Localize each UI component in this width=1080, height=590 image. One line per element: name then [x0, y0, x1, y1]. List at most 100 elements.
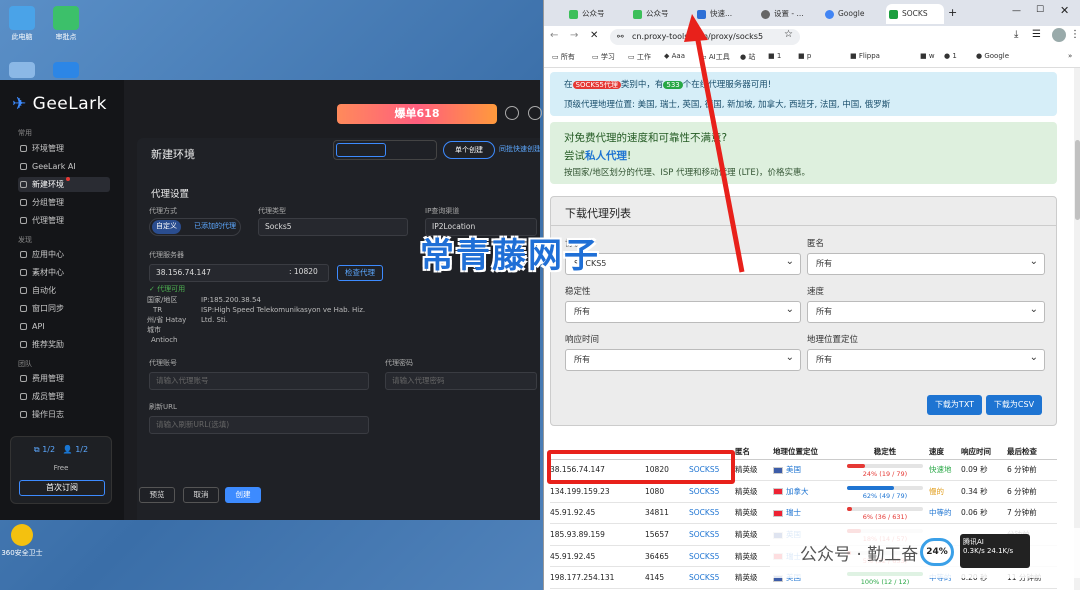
- bookmark-site[interactable]: ● 站: [740, 52, 755, 62]
- table-row[interactable]: 45.91.92.45 34811 SOCKS5 精英级 瑞士 6% (36 /…: [550, 502, 1057, 525]
- bookmark-1b[interactable]: ● 1: [944, 52, 957, 60]
- avatar[interactable]: [1052, 28, 1066, 42]
- new-tab-icon[interactable]: +: [948, 6, 957, 19]
- mobile-icon[interactable]: [336, 143, 386, 157]
- proxy-ip[interactable]: 198.177.254.131: [550, 566, 645, 590]
- sidebar-item-ai[interactable]: GeeLark AI: [18, 159, 110, 174]
- proxy-country[interactable]: 瑞士: [773, 502, 841, 525]
- proxy-last-check: 6 分钟前: [1007, 480, 1057, 503]
- geo-select[interactable]: 所有: [807, 348, 1045, 371]
- bookmark-flippa[interactable]: ■ Flippa: [850, 52, 880, 60]
- download-csv-button[interactable]: 下载为CSV: [986, 395, 1042, 415]
- refresh-url-input[interactable]: 请输入刷新URL(选填): [149, 416, 369, 434]
- sidebar-item-automation[interactable]: 自动化: [18, 283, 110, 298]
- proxy-method-custom[interactable]: 自定义: [152, 220, 181, 234]
- close-page-icon[interactable]: ✕: [590, 30, 598, 41]
- desktop-icon-computer[interactable]: 此电脑: [0, 6, 44, 42]
- sidebar-item-logs[interactable]: 操作日志: [18, 407, 110, 422]
- proxy-stability: 62% (49 / 79): [841, 480, 929, 503]
- tab-4[interactable]: 设置 - ...: [758, 4, 820, 24]
- subscribe-button[interactable]: 首次订阅: [19, 480, 105, 496]
- sidebar-item-api[interactable]: API: [18, 319, 110, 334]
- private-proxy-link[interactable]: 私人代理: [585, 150, 627, 162]
- proxy-ip[interactable]: 45.91.92.45: [550, 502, 645, 525]
- proxy-ip[interactable]: 185.93.89.159: [550, 523, 645, 546]
- sidebar-item-members[interactable]: 成员管理: [18, 389, 110, 404]
- sidebar-item-group[interactable]: 分组管理: [18, 195, 110, 210]
- proxy-protocol[interactable]: SOCKS5: [689, 545, 735, 568]
- bookmark-google[interactable]: ● Google: [976, 52, 1009, 60]
- tab-3[interactable]: 快速...: [694, 4, 756, 24]
- maximize-icon[interactable]: ☐: [1036, 5, 1044, 15]
- proxy-account-input[interactable]: 请输入代理账号: [149, 372, 369, 390]
- count-badge: 533: [663, 81, 683, 89]
- proxy-method-added[interactable]: 已添加的代理: [190, 220, 240, 234]
- sidebar-item-referral[interactable]: 推荐奖励: [18, 337, 110, 352]
- tab-1[interactable]: 公众号: [566, 4, 628, 24]
- tab-5[interactable]: Google: [822, 4, 884, 24]
- create-button[interactable]: 创建: [225, 487, 261, 503]
- proxy-protocol[interactable]: SOCKS5: [689, 566, 735, 590]
- response-time-select[interactable]: 所有: [565, 348, 801, 371]
- sidebar-item-proxy[interactable]: 代理管理: [18, 213, 110, 228]
- sidebar-item-assets[interactable]: 素材中心: [18, 265, 110, 280]
- sidebar-item-billing[interactable]: 费用管理: [18, 371, 110, 386]
- cancel-button[interactable]: 取消: [183, 487, 219, 503]
- bookmark-study[interactable]: ▭ 学习: [592, 52, 615, 62]
- speed-select[interactable]: 所有: [807, 300, 1045, 323]
- proxy-protocol[interactable]: SOCKS5: [689, 523, 735, 546]
- bookmark-p[interactable]: ■ p: [798, 52, 811, 60]
- preview-button[interactable]: 预览: [139, 487, 175, 503]
- anonymity-select[interactable]: 所有: [807, 252, 1045, 275]
- gear-icon[interactable]: [528, 106, 542, 120]
- page-content: 在 SOCKS5代理 类别中，有 533 个在线代理服务器可用! 顶级代理地理位置: 美…: [544, 68, 1080, 590]
- sidebar-item-sync[interactable]: 窗口同步: [18, 301, 110, 316]
- forward-icon[interactable]: →: [570, 30, 578, 41]
- desktop-icon-360[interactable]: 360安全卫士: [0, 524, 44, 558]
- app-icon: [697, 10, 706, 19]
- tab-6-active[interactable]: SOCKS: [886, 4, 944, 24]
- proxy-port: 4145: [645, 566, 689, 590]
- desktop-icon-app[interactable]: 审批点: [44, 6, 88, 42]
- scrollbar-thumb[interactable]: [1075, 140, 1080, 220]
- check-proxy-button[interactable]: 检查代理: [337, 265, 383, 281]
- proxy-country[interactable]: 美国: [773, 459, 841, 482]
- close-icon[interactable]: ✕: [1060, 4, 1069, 17]
- sidebar-item-apps[interactable]: 应用中心: [18, 247, 110, 262]
- single-create-button[interactable]: 单个创建: [443, 141, 495, 159]
- bookmark-all[interactable]: ▭ 所有: [552, 52, 575, 62]
- proxy-type-select[interactable]: Socks5: [258, 218, 408, 236]
- proxy-port-input[interactable]: : 10820: [283, 264, 335, 282]
- url-input[interactable]: ⚯ cn.proxy-tools.com/proxy/socks5: [610, 29, 800, 45]
- download-icon[interactable]: ⤓: [1014, 29, 1018, 40]
- desktop-icon-recycle[interactable]: [0, 62, 44, 80]
- protocol-select[interactable]: SOCKS5: [565, 252, 801, 275]
- proxy-protocol[interactable]: SOCKS5: [689, 502, 735, 525]
- tab-2[interactable]: 公众号: [630, 4, 692, 24]
- bookmark-1[interactable]: ■ 1: [768, 52, 781, 60]
- menu-icon[interactable]: ☰: [1032, 29, 1041, 40]
- sidebar-item-new-env[interactable]: 新建环境: [18, 177, 110, 192]
- minimize-icon[interactable]: —: [1012, 6, 1021, 16]
- proxy-password-input[interactable]: 请输入代理密码: [385, 372, 537, 390]
- bookmark-ai-tools[interactable]: ▭ AI工具: [700, 52, 730, 62]
- back-icon[interactable]: ←: [550, 30, 558, 41]
- batch-create-button[interactable]: 同批快速创建: [499, 141, 540, 159]
- bookmark-w[interactable]: ■ w: [920, 52, 935, 60]
- bookmark-overflow-icon[interactable]: »: [1068, 52, 1072, 60]
- proxy-port: 15657: [645, 523, 689, 546]
- download-txt-button[interactable]: 下载为TXT: [927, 395, 982, 415]
- sidebar-item-env[interactable]: 环境管理: [18, 141, 110, 156]
- proxy-ip[interactable]: 45.91.92.45: [550, 545, 645, 568]
- promo-banner[interactable]: 爆单618: [337, 104, 497, 124]
- desktop-icon-bird[interactable]: [44, 62, 88, 80]
- geelark-window: ✈ GeeLark 常用 环境管理 GeeLark AI 新建环境 分组管理 代…: [0, 80, 542, 520]
- proxy-stability: 24% (19 / 79): [841, 459, 929, 482]
- more-icon[interactable]: ⋮: [1070, 29, 1080, 40]
- stability-select[interactable]: 所有: [565, 300, 801, 323]
- proxy-country[interactable]: 加拿大: [773, 480, 841, 503]
- help-icon[interactable]: [505, 106, 519, 120]
- star-icon[interactable]: ☆: [784, 29, 793, 40]
- bookmark-aaa[interactable]: ◆ Aaa: [664, 52, 685, 60]
- bookmark-work[interactable]: ▭ 工作: [628, 52, 651, 62]
